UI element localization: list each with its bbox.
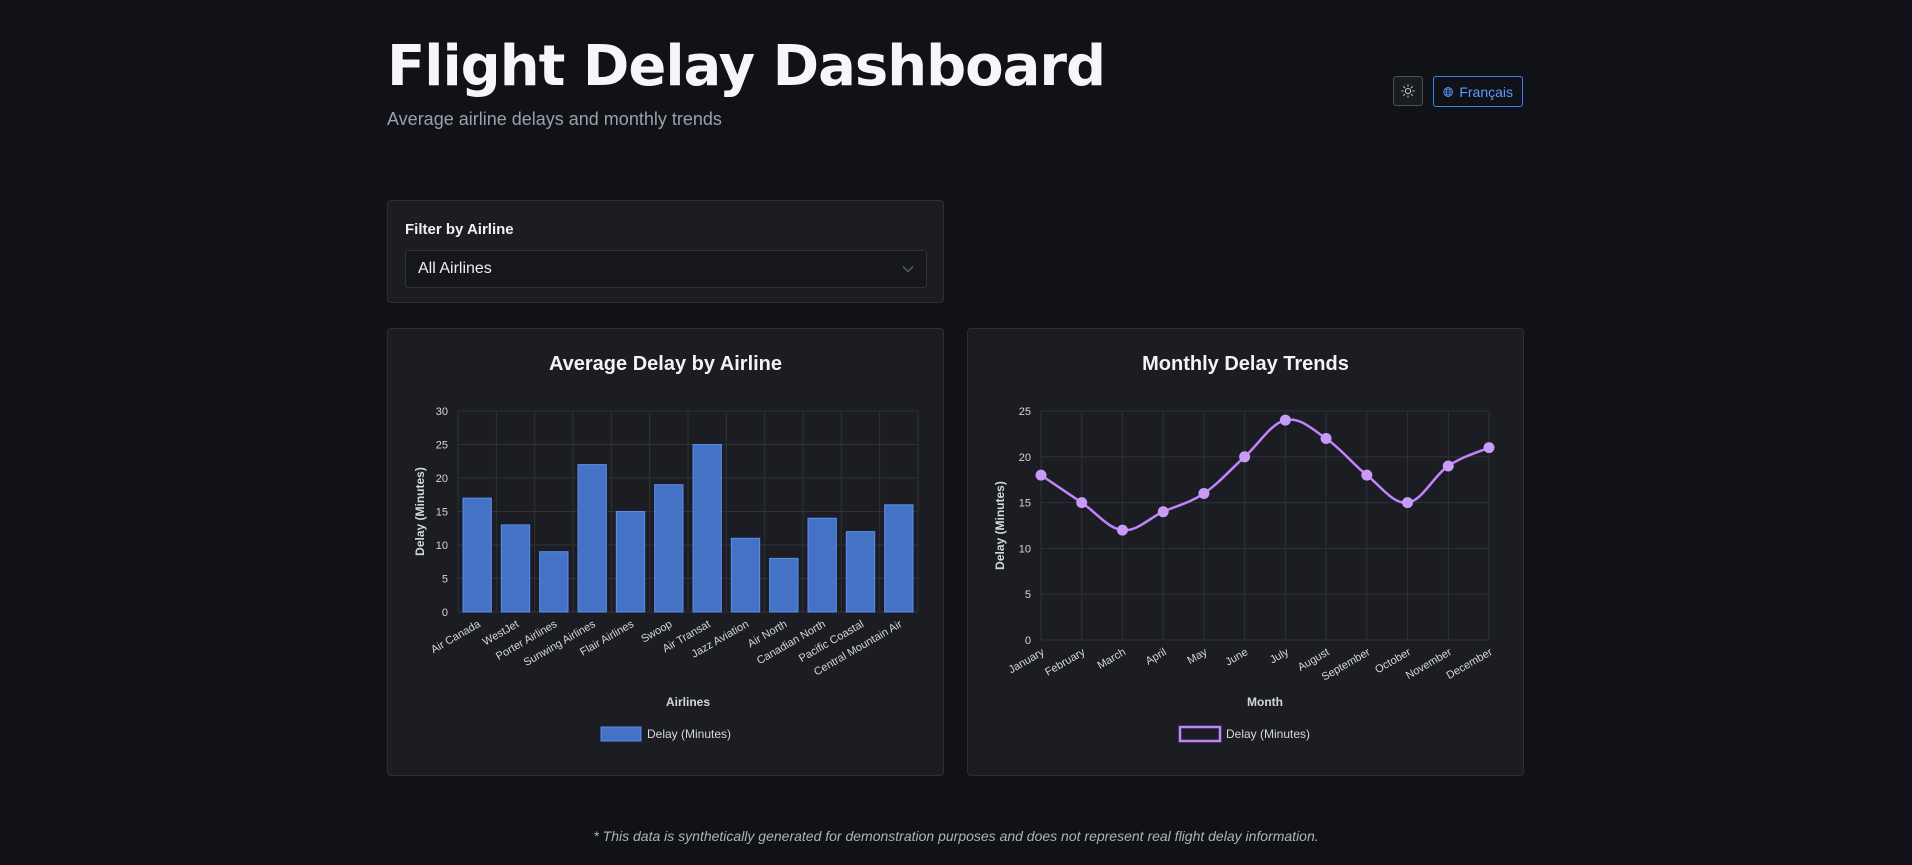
- theme-toggle-button[interactable]: [1393, 76, 1423, 106]
- y-tick-label: 0: [442, 607, 448, 619]
- airline-select-value: All Airlines: [418, 260, 492, 277]
- bar: [845, 531, 876, 613]
- filter-panel: Filter by Airline All Airlines: [387, 200, 944, 303]
- data-point: [1279, 414, 1291, 426]
- line-chart: 0 5 10 15 20 25 JanuaryFebruary March April May Ju…: [993, 406, 1495, 743]
- data-point: [1157, 506, 1169, 518]
- x-tick-label: March: [1095, 646, 1127, 672]
- data-point: [1239, 451, 1251, 463]
- y-tick-label: 25: [1019, 406, 1031, 418]
- airline-select[interactable]: All Airlines: [405, 250, 927, 288]
- filter-label: Filter by Airline: [405, 221, 514, 238]
- y-tick-label: 15: [1019, 498, 1031, 510]
- data-point: [1076, 497, 1088, 509]
- globe-icon: [1443, 86, 1453, 97]
- series-line: [1040, 418, 1490, 532]
- y-tick-label: 10: [436, 540, 448, 552]
- y-tick-label: 0: [1025, 635, 1031, 647]
- x-tick-label: May: [1185, 646, 1209, 667]
- data-point: [1402, 497, 1414, 509]
- data-point: [1198, 487, 1210, 499]
- y-tick-label: 30: [436, 406, 448, 418]
- bar-chart-panel: Average Delay by Airline 0 5 10 15 20 25 30 Air…: [387, 328, 944, 776]
- bar: [654, 484, 684, 613]
- bar: [462, 497, 492, 613]
- bar-chart: 051015202530Air CanadaWestJetPorter Airl…: [413, 406, 919, 742]
- x-tick-label: July: [1268, 646, 1291, 666]
- legend-swatch: [600, 726, 642, 742]
- chevron-down-icon: [902, 266, 914, 273]
- bar: [884, 504, 914, 613]
- sun-icon: [1401, 84, 1415, 98]
- x-axis-label: Month: [1247, 695, 1283, 709]
- x-axis-label: Airlines: [666, 695, 710, 709]
- x-tick-label: December: [1445, 646, 1495, 682]
- y-tick-label: 20: [436, 473, 448, 485]
- data-point: [1035, 469, 1047, 481]
- data-point: [1116, 524, 1128, 536]
- y-tick-label: 5: [1025, 589, 1031, 601]
- language-label: Français: [1459, 83, 1513, 100]
- bar: [807, 517, 837, 613]
- bar: [539, 551, 569, 613]
- bar: [730, 537, 761, 613]
- y-axis-label: Delay (Minutes): [413, 467, 427, 556]
- bar: [615, 511, 646, 613]
- y-tick-label: 25: [436, 440, 448, 452]
- bar: [577, 464, 607, 613]
- x-tick-label: Air Canada: [429, 618, 483, 656]
- bar: [500, 524, 531, 613]
- x-tick-label: April: [1144, 646, 1169, 667]
- x-tick-label: February: [1043, 646, 1088, 679]
- legend-label: Delay (Minutes): [1226, 727, 1310, 741]
- data-point: [1320, 432, 1332, 444]
- y-tick-label: 10: [1019, 543, 1031, 555]
- page-title: Flight Delay Dashboard: [387, 34, 1106, 99]
- y-tick-label: 20: [1019, 452, 1031, 464]
- bar: [769, 557, 799, 613]
- bar: [692, 444, 722, 613]
- language-toggle-button[interactable]: Français: [1433, 76, 1523, 107]
- data-point: [1442, 460, 1454, 472]
- y-tick-label: 5: [442, 574, 448, 586]
- page-subtitle: Average airline delays and monthly trend…: [387, 109, 722, 129]
- x-tick-label: June: [1223, 646, 1250, 668]
- line-chart-panel: Monthly Delay Trends 0 5 10 15 20 25 January Fe…: [967, 328, 1524, 776]
- data-point: [1361, 469, 1373, 481]
- legend-swatch: [1178, 725, 1222, 743]
- footnote: * This data is synthetically generated f…: [593, 828, 1319, 844]
- data-point: [1483, 442, 1495, 454]
- x-tick-label: January: [1007, 646, 1047, 676]
- y-tick-label: 15: [436, 507, 448, 519]
- y-axis-label: Delay (Minutes): [993, 481, 1007, 570]
- legend-label: Delay (Minutes): [647, 727, 731, 741]
